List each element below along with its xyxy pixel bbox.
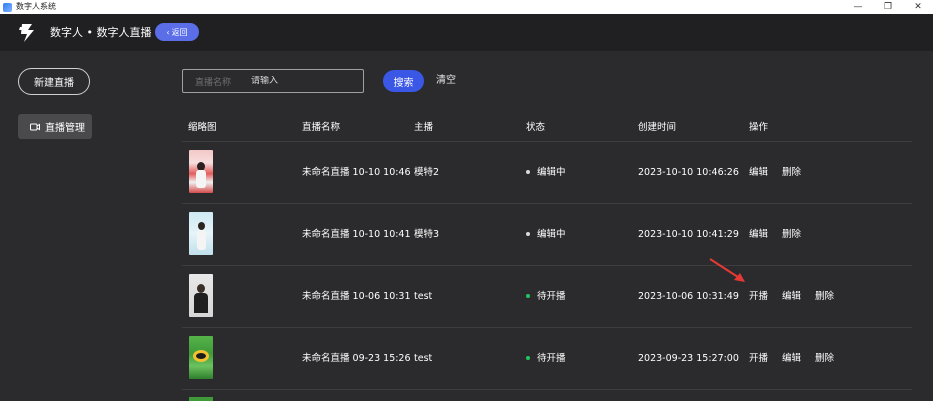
status-text: 待开播 xyxy=(537,353,566,364)
back-button-label: 返回 xyxy=(171,27,188,37)
logo-icon xyxy=(19,24,34,42)
start-live-button[interactable]: 开播 xyxy=(749,290,768,304)
window-title: 数字人系统 xyxy=(16,2,56,11)
column-header-created: 创建时间 xyxy=(638,122,677,133)
live-name: 未命名直播 10-06 10:31 xyxy=(302,291,411,302)
edit-button[interactable]: 编辑 xyxy=(749,228,768,242)
status-dot-icon xyxy=(526,293,530,298)
status-text: 编辑中 xyxy=(537,167,566,178)
search-button[interactable]: 搜索 xyxy=(383,70,424,92)
sidebar-item-label: 直播管理 xyxy=(45,123,85,134)
column-header-name: 直播名称 xyxy=(302,122,341,133)
table-row xyxy=(182,389,912,401)
back-button[interactable]: ‹ 返回 xyxy=(155,23,199,41)
thumbnail-image[interactable] xyxy=(189,336,213,379)
sidebar-item-live-management[interactable]: 直播管理 xyxy=(18,114,92,139)
search-input[interactable] xyxy=(251,76,351,86)
app-icon xyxy=(3,2,12,12)
created-time: 2023-10-06 10:31:49 xyxy=(638,291,739,302)
annotation-arrow-icon xyxy=(709,258,745,282)
start-live-button[interactable]: 开播 xyxy=(749,352,768,366)
status-badge: 待开播 xyxy=(526,290,566,304)
live-name: 未命名直播 10-10 10:41 xyxy=(302,229,411,240)
column-header-actions: 操作 xyxy=(749,122,769,133)
window-titlebar: 数字人系统 — ❐ ✕ xyxy=(0,0,933,14)
column-header-status: 状态 xyxy=(526,122,546,133)
live-name: 未命名直播 10-10 10:46 xyxy=(302,167,411,178)
search-label: 直播名称 xyxy=(195,77,232,88)
new-live-button[interactable]: 新建直播 xyxy=(18,68,90,95)
table-row: 未命名直播 10-10 10:46 模特2 编辑中 2023-10-10 10:… xyxy=(182,141,912,203)
table-row: 未命名直播 09-23 15:26 test 待开播 2023-09-23 15… xyxy=(182,327,912,389)
edit-button[interactable]: 编辑 xyxy=(782,352,801,366)
anchor-name: test xyxy=(414,353,433,364)
thumbnail-image[interactable] xyxy=(189,150,213,193)
delete-button[interactable]: 删除 xyxy=(782,166,801,180)
status-text: 待开播 xyxy=(537,291,566,302)
status-badge: 编辑中 xyxy=(526,228,566,242)
thumbnail-image[interactable] xyxy=(189,397,213,401)
anchor-name: 模特3 xyxy=(414,229,440,240)
created-time: 2023-10-10 10:46:26 xyxy=(638,167,739,178)
status-text: 编辑中 xyxy=(537,229,566,240)
status-dot-icon xyxy=(526,169,530,174)
live-name: 未命名直播 09-23 15:26 xyxy=(302,353,411,364)
clear-button[interactable]: 清空 xyxy=(436,73,456,89)
edit-button[interactable]: 编辑 xyxy=(749,166,768,180)
status-badge: 编辑中 xyxy=(526,166,566,180)
status-dot-icon xyxy=(526,355,530,360)
maximize-icon[interactable]: ❐ xyxy=(873,0,903,14)
column-header-thumbnail: 缩略图 xyxy=(188,122,217,133)
video-camera-icon xyxy=(30,123,40,130)
delete-button[interactable]: 删除 xyxy=(815,352,834,366)
delete-button[interactable]: 删除 xyxy=(815,290,834,304)
column-header-anchor: 主播 xyxy=(414,122,434,133)
anchor-name: 模特2 xyxy=(414,167,440,178)
table-row: 未命名直播 10-06 10:31 test 待开播 2023-10-06 10… xyxy=(182,265,912,327)
minimize-icon[interactable]: — xyxy=(843,0,873,14)
status-badge: 待开播 xyxy=(526,352,566,366)
created-time: 2023-09-23 15:27:00 xyxy=(638,353,739,364)
search-field[interactable]: 直播名称 xyxy=(182,69,364,93)
edit-button[interactable]: 编辑 xyxy=(782,290,801,304)
delete-button[interactable]: 删除 xyxy=(782,228,801,242)
status-dot-icon xyxy=(526,231,530,236)
page-title: 数字人 • 数字人直播 xyxy=(50,26,152,39)
anchor-name: test xyxy=(414,291,433,302)
chevron-left-icon: ‹ xyxy=(166,27,170,37)
close-icon[interactable]: ✕ xyxy=(903,0,933,14)
window-controls: — ❐ ✕ xyxy=(843,0,933,14)
created-time: 2023-10-10 10:41:29 xyxy=(638,229,739,240)
table-row: 未命名直播 10-10 10:41 模特3 编辑中 2023-10-10 10:… xyxy=(182,203,912,265)
thumbnail-image[interactable] xyxy=(189,274,213,317)
thumbnail-image[interactable] xyxy=(189,212,213,255)
